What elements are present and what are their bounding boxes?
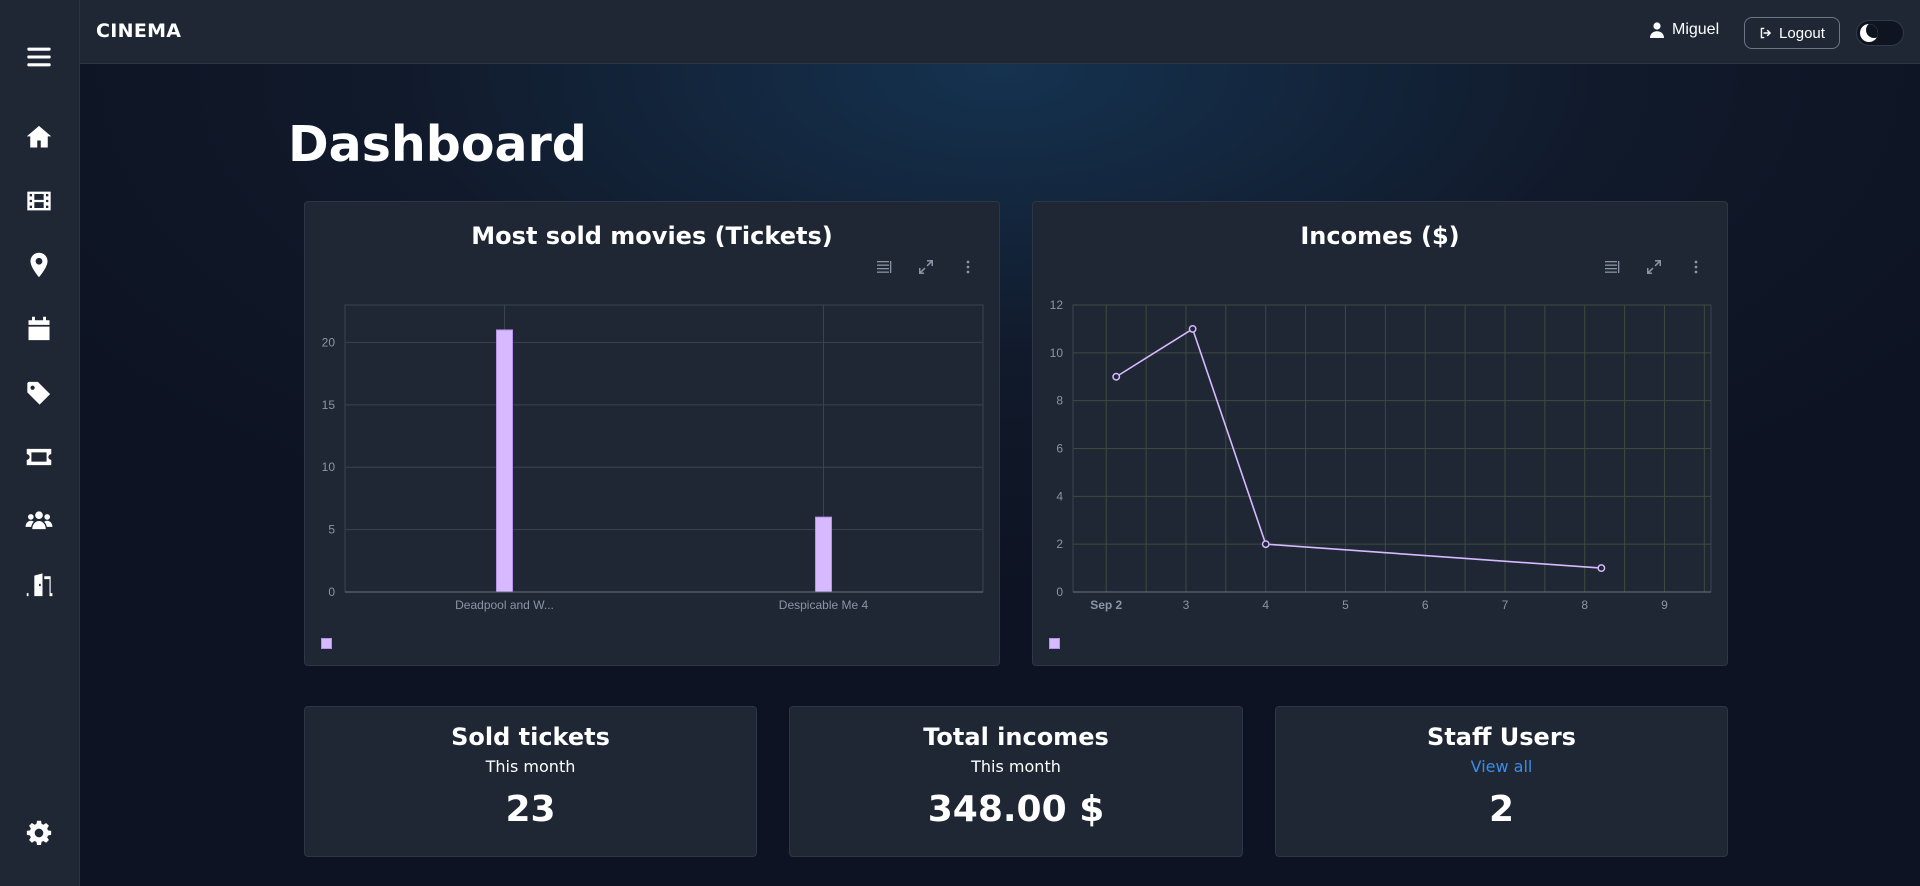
view-all-link[interactable]: View all — [1471, 757, 1533, 776]
stat-value: 2 — [1488, 789, 1515, 830]
brand-logo[interactable]: CINEMA — [96, 20, 181, 42]
stat-title: Staff Users — [1427, 723, 1576, 751]
x-tick-label: Sep 2 — [1090, 598, 1122, 612]
logout-icon — [1760, 27, 1772, 39]
user-name: Miguel — [1672, 21, 1720, 38]
total-incomes-card: Total incomes This month 348.00 $ — [789, 706, 1243, 857]
stat-value: 23 — [505, 789, 556, 830]
user-menu[interactable]: Miguel — [1650, 21, 1719, 39]
gear-icon[interactable] — [22, 816, 56, 850]
y-tick-label: 12 — [1050, 298, 1064, 312]
x-tick-label: Despicable Me 4 — [779, 598, 869, 612]
moon-icon — [1860, 24, 1878, 42]
home-icon[interactable] — [22, 120, 56, 154]
sold-tickets-card: Sold tickets This month 23 — [304, 706, 757, 857]
plot-frame — [344, 304, 984, 593]
stat-value: 348.00 $ — [927, 789, 1105, 830]
data-point — [1261, 540, 1270, 549]
menu-toggle-icon[interactable] — [22, 40, 56, 74]
y-tick-label: 15 — [322, 398, 336, 412]
y-tick-label: 2 — [1056, 537, 1063, 551]
x-tick-label: 3 — [1183, 598, 1190, 612]
users-icon[interactable] — [22, 504, 56, 538]
y-tick-label: 4 — [1056, 489, 1063, 503]
legend-swatch[interactable] — [1049, 638, 1060, 649]
movies-chart-card: Most sold movies (Tickets) 0 5 10 15 20 Deadp… — [304, 201, 1000, 666]
bar — [496, 329, 513, 593]
map-pin-icon[interactable] — [22, 248, 56, 282]
x-tick-label: 4 — [1262, 598, 1269, 612]
x-tick-label: Deadpool and W... — [455, 598, 554, 612]
data-point — [1597, 564, 1606, 573]
x-tick-label: 6 — [1422, 598, 1429, 612]
film-icon[interactable] — [22, 184, 56, 218]
ticket-icon[interactable] — [22, 440, 56, 474]
x-tick-label: 9 — [1661, 598, 1668, 612]
stat-subtitle-row: View all — [1276, 757, 1727, 776]
bar-chart: 0 5 10 15 20 Deadpool and W... Despicable Me 4 — [322, 304, 984, 612]
y-tick-label: 20 — [322, 335, 336, 349]
sidebar — [0, 0, 80, 886]
staff-users-card: Staff Users View all 2 — [1275, 706, 1728, 857]
y-tick-label: 10 — [322, 460, 336, 474]
x-tick-label: 8 — [1581, 598, 1588, 612]
y-tick-label: 0 — [1056, 585, 1063, 599]
y-tick-label: 6 — [1056, 442, 1063, 456]
data-point — [1112, 372, 1121, 381]
stat-title: Total incomes — [923, 723, 1109, 751]
line-chart: 0 2 4 6 8 10 12 Sep 2 3 4 5 6 7 8 9 — [1050, 298, 1712, 612]
bar — [815, 516, 832, 593]
theme-toggle[interactable] — [1856, 20, 1904, 46]
tag-icon[interactable] — [22, 376, 56, 410]
legend-swatch[interactable] — [321, 638, 332, 649]
incomes-chart-card: Incomes ($) 0 2 4 6 8 10 12 Sep 23456789 — [1032, 201, 1728, 666]
x-tick-label: 7 — [1502, 598, 1509, 612]
user-icon — [1650, 22, 1664, 38]
logout-label: Logout — [1779, 24, 1825, 42]
page-title: Dashboard — [288, 116, 587, 173]
door-icon[interactable] — [22, 568, 56, 602]
y-tick-label: 0 — [328, 585, 335, 599]
stat-subtitle: This month — [485, 757, 576, 776]
x-tick-label: 5 — [1342, 598, 1349, 612]
stat-title: Sold tickets — [451, 723, 610, 751]
y-tick-label: 8 — [1056, 394, 1063, 408]
y-tick-label: 5 — [328, 523, 335, 537]
stat-subtitle: This month — [971, 757, 1061, 776]
data-point — [1188, 324, 1197, 333]
logout-button[interactable]: Logout — [1744, 17, 1840, 49]
y-tick-label: 10 — [1050, 346, 1064, 360]
topbar: CINEMA Miguel Logout — [80, 0, 1920, 64]
calendar-icon[interactable] — [22, 312, 56, 346]
